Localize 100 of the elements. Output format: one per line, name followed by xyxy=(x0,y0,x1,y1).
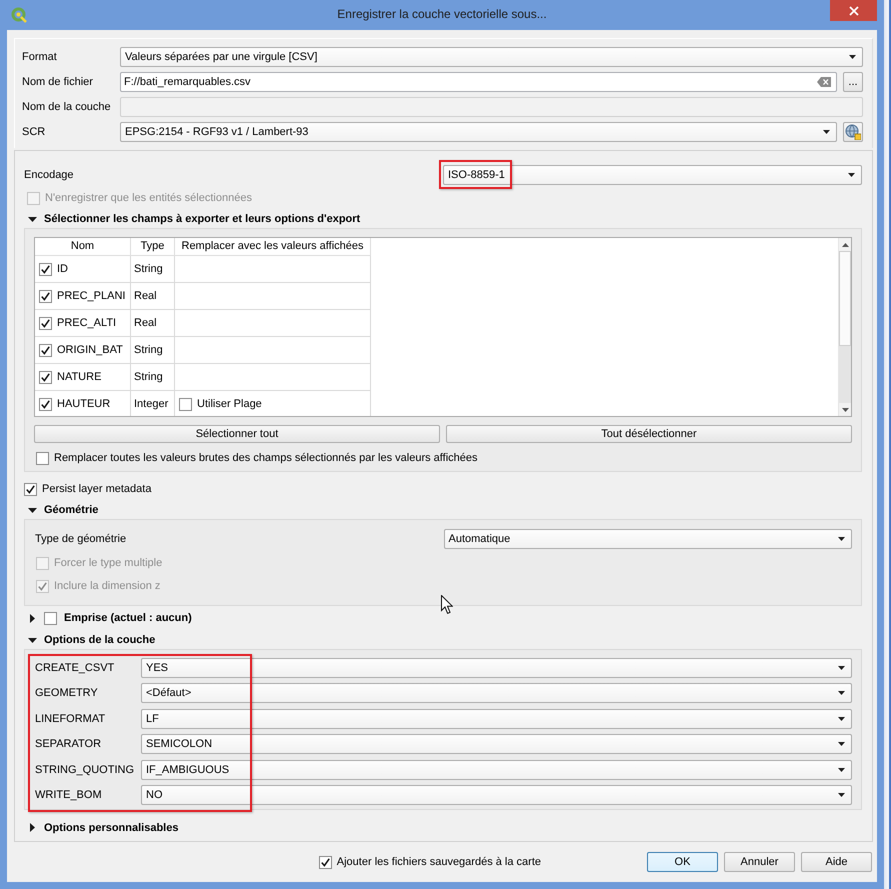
checkmark-icon xyxy=(41,264,50,274)
checkbox-label: Persist layer metadata xyxy=(42,483,152,495)
caret-icon xyxy=(838,716,845,721)
section-title: Emprise (actuel : aucun) xyxy=(64,612,192,624)
caret-icon xyxy=(848,173,855,177)
table-cell: String xyxy=(131,337,175,364)
field-name: HAUTEUR xyxy=(57,398,110,410)
checkmark-icon xyxy=(320,858,330,866)
column-header[interactable]: Nom xyxy=(35,238,131,256)
crs-select-button[interactable] xyxy=(843,122,863,142)
checkbox[interactable] xyxy=(36,452,49,464)
checkbox[interactable] xyxy=(39,316,52,330)
option-dropdown[interactable]: SEMICOLON xyxy=(141,734,852,754)
dialog-button[interactable]: Aide xyxy=(801,852,872,872)
section-title: Sélectionner les champs à exporter et leurs options d'export xyxy=(44,213,360,225)
checkmark-icon xyxy=(41,346,50,354)
caret-icon xyxy=(842,408,848,412)
column-header[interactable]: Remplacer avec les valeurs affichées xyxy=(175,238,371,256)
option-dropdown[interactable]: YES xyxy=(141,658,852,678)
option-dropdown[interactable]: LF xyxy=(141,708,852,729)
column-header[interactable]: Type xyxy=(131,238,175,256)
option-label: WRITE_BOM xyxy=(35,788,103,801)
field-name: ID xyxy=(57,263,68,275)
option-dropdown[interactable]: NO xyxy=(141,784,852,805)
geometry-type-dropdown[interactable]: Automatique xyxy=(444,529,852,549)
caret-icon xyxy=(838,792,845,797)
section-title: Options personnalisables xyxy=(44,822,178,834)
deselect-all-button[interactable]: Tout désélectionner xyxy=(446,425,852,443)
checkbox-label: Inclure la dimension z xyxy=(54,580,160,592)
clear-icon[interactable] xyxy=(817,77,831,87)
caret-up-icon[interactable] xyxy=(842,242,848,246)
caret-icon xyxy=(838,537,845,541)
checkbox[interactable] xyxy=(39,398,52,410)
table-cell: Real xyxy=(131,310,175,337)
caret-icon xyxy=(823,130,830,134)
checkbox[interactable] xyxy=(39,344,52,356)
checkbox[interactable] xyxy=(44,612,57,624)
dialog-button[interactable]: OK xyxy=(647,852,718,872)
caret-down-icon[interactable] xyxy=(28,508,37,512)
caret-icon xyxy=(838,691,845,696)
checkmark-icon xyxy=(26,484,35,494)
option-label: CREATE_CSVT xyxy=(35,662,116,674)
app-logo-icon xyxy=(11,7,27,23)
checkbox[interactable] xyxy=(318,856,332,868)
table-cell: Real xyxy=(131,283,175,310)
checkmark-icon xyxy=(41,372,50,382)
caret-icon xyxy=(838,666,845,670)
checkmark-icon xyxy=(41,292,50,300)
format-dropdown[interactable]: Valeurs séparées par une virgule [CSV] xyxy=(120,47,863,67)
scrollbar-thumb[interactable] xyxy=(839,251,851,346)
field-name: NATURE xyxy=(57,371,102,383)
option-label: LINEFORMAT xyxy=(35,712,106,725)
encoding-dropdown[interactable]: ISO-8859-1 xyxy=(443,165,862,185)
field-label: Nom de fichier xyxy=(22,76,94,88)
checkbox[interactable] xyxy=(179,398,192,410)
crs-dropdown[interactable]: EPSG:2154 - RGF93 v1 / Lambert-93 xyxy=(120,122,837,142)
checkbox-label: N'enregistrer que les entités sélectionnées xyxy=(45,192,252,204)
caret-down-icon[interactable] xyxy=(28,638,37,642)
checkmark-icon xyxy=(41,318,50,328)
checkbox[interactable] xyxy=(39,370,52,384)
caret-icon xyxy=(849,55,856,59)
option-dropdown[interactable]: <Défaut> xyxy=(141,683,852,704)
table-cell: String xyxy=(131,256,175,283)
option-label: GEOMETRY xyxy=(35,687,99,700)
caret-down-icon[interactable] xyxy=(28,216,37,222)
field-name: PREC_PLANI xyxy=(57,290,126,302)
checkbox-label: Remplacer toutes les valeurs brutes des champs sélectionnés par les valeurs affichées xyxy=(54,452,478,464)
checkmark-icon xyxy=(41,400,50,408)
mouse-cursor-icon xyxy=(441,595,453,614)
field-name: PREC_ALTI xyxy=(57,317,116,329)
globe-icon xyxy=(845,124,861,140)
window-title: Enregistrer la couche vectorielle sous... xyxy=(336,6,548,23)
checkbox[interactable] xyxy=(39,290,52,302)
caret-right-icon[interactable] xyxy=(30,823,35,832)
option-dropdown[interactable]: IF_AMBIGUOUS xyxy=(141,760,852,780)
field-name: ORIGIN_BAT xyxy=(57,344,123,356)
checkbox[interactable] xyxy=(39,262,52,276)
table-cell: String xyxy=(131,364,175,391)
field-label: Format xyxy=(22,51,58,63)
checkmark-icon xyxy=(38,582,47,590)
checkbox-label: Forcer le type multiple xyxy=(54,557,162,569)
close-icon xyxy=(848,6,858,16)
scrollbar[interactable] xyxy=(838,238,851,416)
field-label: SCR xyxy=(22,126,46,138)
checkbox-label: Ajouter les fichiers sauvegardés à la carte xyxy=(336,856,541,868)
section-title: Options de la couche xyxy=(44,634,156,646)
caret-right-icon[interactable] xyxy=(30,614,35,622)
close-button[interactable] xyxy=(830,0,877,21)
checkbox[interactable] xyxy=(24,482,37,496)
caret-icon xyxy=(838,768,845,772)
file-name-field[interactable]: F://bati_remarquables.csv xyxy=(120,72,837,92)
dialog-button[interactable]: Annuler xyxy=(724,852,795,872)
option-label: STRING_QUOTING xyxy=(35,764,136,776)
field-label: Nom de la couche xyxy=(22,101,112,113)
checkbox-label: Utiliser Plage xyxy=(197,398,262,410)
table-cell: Integer xyxy=(131,391,175,416)
browse-button[interactable]: ... xyxy=(843,72,863,92)
select-all-button[interactable]: Sélectionner tout xyxy=(34,425,440,443)
caret-icon xyxy=(838,742,845,746)
option-label: SEPARATOR xyxy=(35,738,102,750)
